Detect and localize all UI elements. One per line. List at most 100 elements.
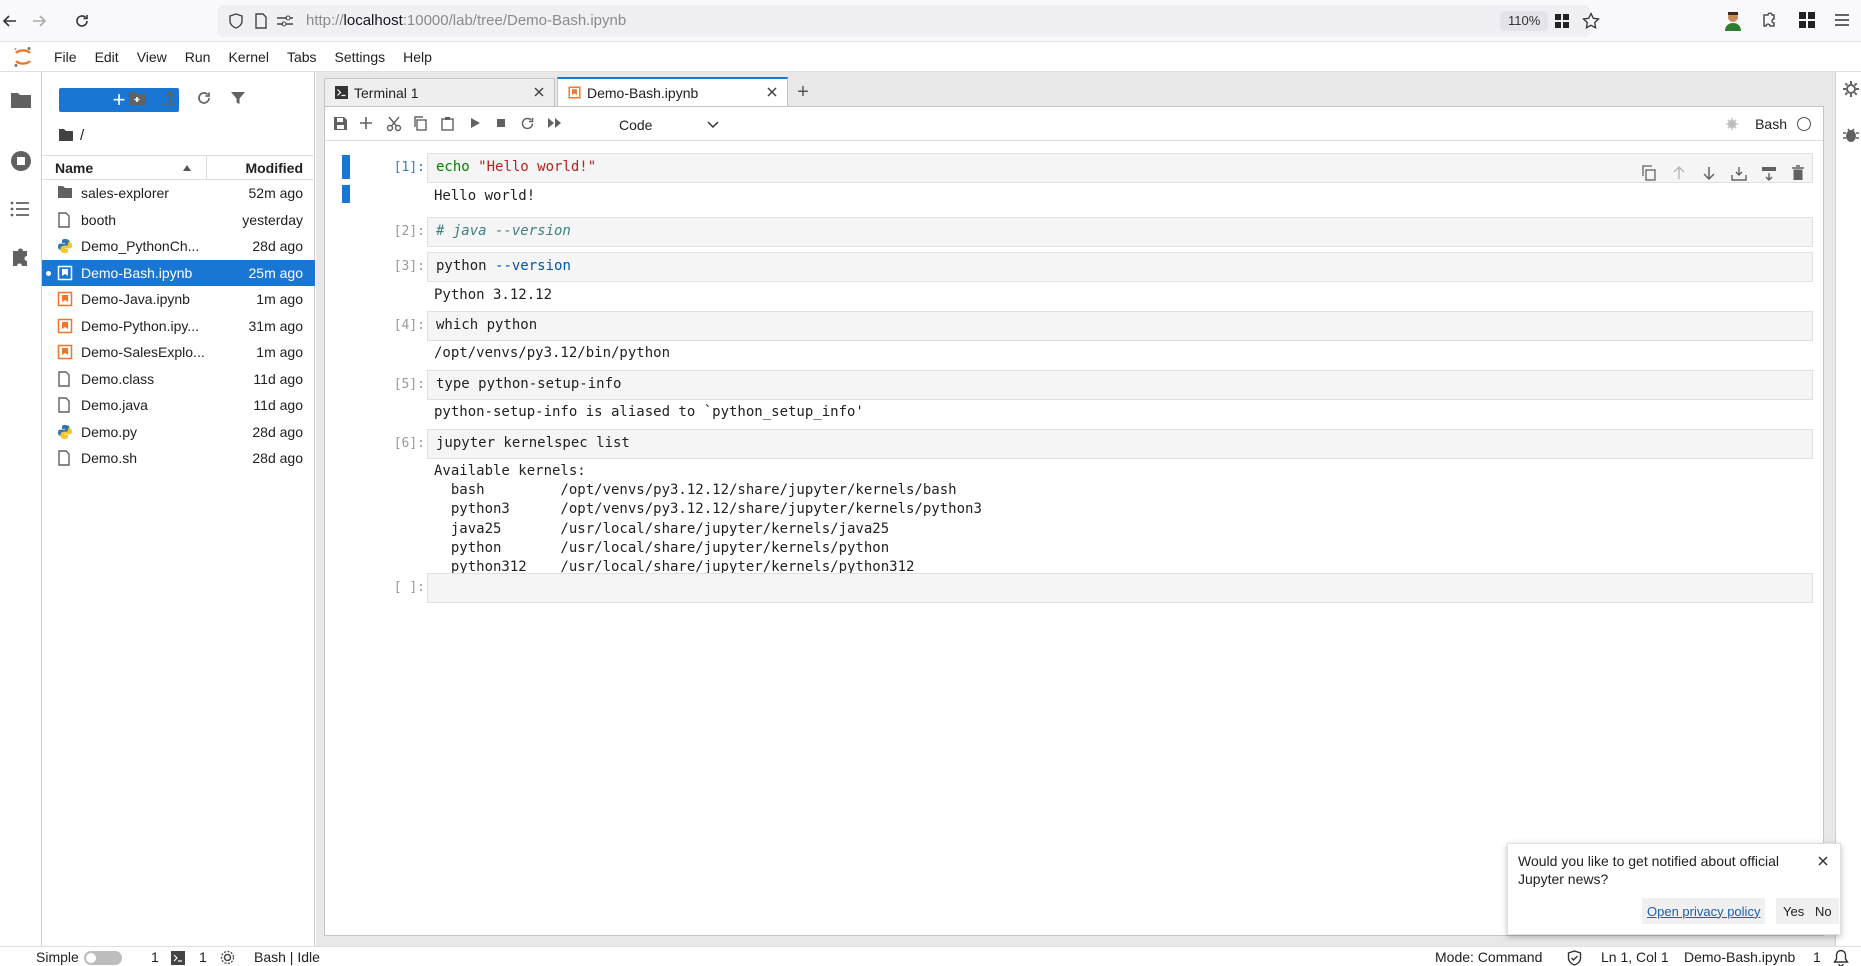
file-row-demo-bash[interactable]: Demo-Bash.ipynb 25m ago [42,259,315,286]
copy-icon[interactable] [413,116,429,132]
filter-icon[interactable] [230,90,250,110]
url-text[interactable]: http://localhost:10000/lab/tree/Demo-Bas… [306,12,626,29]
zoom-level[interactable]: 110% [1500,11,1549,31]
trusted-shield-icon[interactable] [1567,950,1582,966]
property-inspector-icon[interactable] [1842,80,1860,98]
cell-input[interactable]: python --version [427,252,1813,282]
close-icon[interactable] [1816,854,1830,868]
cell-input[interactable]: # java --version [427,217,1813,247]
code-cell[interactable]: [1]: echo "Hello world!" Hello world! [325,153,1823,209]
column-modified-header[interactable]: Modified [207,160,315,176]
insert-cell-icon[interactable] [359,116,375,132]
restart-run-all-icon[interactable] [547,116,563,132]
notification-yes-button[interactable]: Yes [1776,898,1812,924]
extensions-grid-icon[interactable] [1554,13,1570,29]
cursor-position[interactable]: Ln 1, Col 1 [1601,949,1669,965]
code-cell[interactable]: [4]: which python /opt/venvs/py3.12/bin/… [325,311,1823,367]
file-row-demo-python[interactable]: Demo-Python.ipy... 31m ago [42,313,315,340]
permissions-icon[interactable] [276,14,294,28]
file-row-demo-class[interactable]: Demo.class 11d ago [42,366,315,393]
debugger-bug-icon[interactable] [1842,126,1860,144]
terminal-count[interactable]: 1 [151,949,159,965]
kernel-name[interactable]: Bash [1755,116,1787,132]
code-cell[interactable]: [2]: # java --version [325,217,1823,247]
shield-icon[interactable] [228,13,244,29]
file-row-demo-py[interactable]: Demo.py 28d ago [42,419,315,446]
file-row-demo-salesexplorer[interactable]: Demo-SalesExplo... 1m ago [42,339,315,366]
notification-no-button[interactable]: No [1808,898,1839,924]
save-icon[interactable] [333,116,349,132]
cut-icon[interactable] [386,116,402,132]
cell-type-select[interactable]: Code [619,115,719,135]
reload-icon[interactable] [62,0,102,42]
code-cell[interactable]: [5]: type python-setup-info python-setup… [325,370,1823,426]
menu-settings[interactable]: Settings [326,49,395,65]
kernel-status-text[interactable]: Bash | Idle [254,949,320,965]
file-row-sales-explorer[interactable]: sales-explorer 52m ago [42,180,315,207]
extension-manager-icon[interactable] [10,247,34,271]
code-cell[interactable]: [3]: python --version Python 3.12.12 [325,252,1823,308]
restart-icon[interactable] [520,116,536,132]
tab-demo-bash[interactable]: Demo-Bash.ipynb [557,77,788,106]
new-tab-button[interactable]: + [790,78,816,106]
containers-icon[interactable] [1798,11,1816,29]
file-row-demo-pythonch[interactable]: Demo_PythonCh... 28d ago [42,233,315,260]
table-of-contents-icon[interactable] [10,200,34,224]
refresh-icon[interactable] [196,90,216,110]
page-icon[interactable] [254,13,268,29]
menu-help[interactable]: Help [394,49,441,65]
notification-count[interactable]: 1 [1813,949,1821,965]
delete-cell-icon[interactable] [1791,165,1809,183]
new-launcher-button[interactable]: + [59,88,179,112]
folder-icon[interactable] [10,90,34,114]
code-cell-empty[interactable]: [ ]: [325,573,1823,603]
insert-below-icon[interactable] [1761,165,1779,183]
home-folder-icon[interactable] [58,128,74,142]
activity-bar [0,72,42,946]
file-row-demo-java[interactable]: Demo-Java.ipynb 1m ago [42,286,315,313]
cell-input[interactable]: which python [427,311,1813,341]
upload-icon[interactable] [162,90,182,110]
insert-above-icon[interactable] [1731,165,1749,183]
code-cell[interactable]: [6]: jupyter kernelspec list Available k… [325,429,1823,575]
close-icon[interactable] [765,85,779,99]
menu-file[interactable]: File [45,49,86,65]
menu-run[interactable]: Run [176,49,220,65]
simple-mode-toggle[interactable] [84,951,122,965]
tab-terminal-1[interactable]: Terminal 1 [324,78,555,106]
hamburger-menu-icon[interactable] [1834,12,1850,28]
new-folder-icon[interactable] [128,90,148,110]
breadcrumb-root[interactable]: / [80,127,84,144]
file-row-demo-sh[interactable]: Demo.sh 28d ago [42,445,315,472]
kernel-count[interactable]: 1 [199,949,207,965]
close-icon[interactable] [532,85,546,99]
url-bar[interactable]: http://localhost:10000/lab/tree/Demo-Bas… [218,5,1600,37]
forward-icon[interactable] [19,0,59,42]
profile-avatar[interactable] [1724,11,1742,31]
output-collapser[interactable] [342,185,350,203]
cell-input[interactable] [427,573,1813,603]
column-name-header[interactable]: Name [42,156,207,179]
run-icon[interactable] [468,116,484,132]
paste-icon[interactable] [440,116,456,132]
privacy-policy-link[interactable]: Open privacy policy [1642,898,1766,924]
debugger-icon[interactable] [1725,117,1739,131]
cell-input[interactable]: echo "Hello world!" [427,153,1813,183]
menu-kernel[interactable]: Kernel [219,49,277,65]
menu-tabs[interactable]: Tabs [278,49,326,65]
menu-view[interactable]: View [128,49,176,65]
input-collapser[interactable] [342,155,350,179]
menu-edit[interactable]: Edit [86,49,128,65]
file-row-booth[interactable]: booth yesterday [42,207,315,234]
extensions-icon[interactable] [1760,11,1778,29]
interrupt-icon[interactable] [494,116,510,132]
file-row-demo-java-source[interactable]: Demo.java 11d ago [42,392,315,419]
cell-input[interactable]: type python-setup-info [427,370,1813,400]
move-up-icon[interactable] [1671,165,1689,183]
cell-input[interactable]: jupyter kernelspec list [427,429,1813,459]
duplicate-cell-icon[interactable] [1641,165,1659,183]
move-down-icon[interactable] [1701,165,1719,183]
bell-icon[interactable] [1833,949,1849,966]
running-sessions-icon[interactable] [10,150,34,174]
bookmark-star-icon[interactable] [1582,12,1600,30]
